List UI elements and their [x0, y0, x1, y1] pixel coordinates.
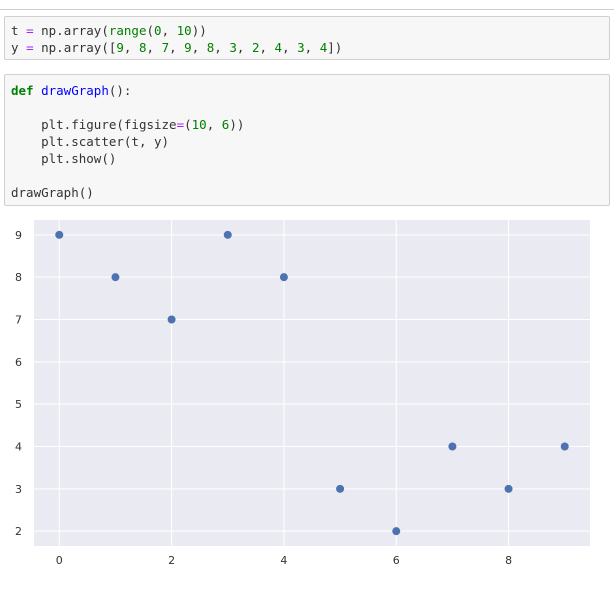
scatter-point: [223, 230, 232, 239]
code-cell-drawgraph[interactable]: def drawGraph(): plt.figure(figsize=(10,…: [4, 74, 610, 206]
y-tick-label: 2: [15, 525, 22, 538]
x-tick-label: 0: [56, 554, 63, 567]
scatter-point: [336, 484, 345, 493]
plot-background: [34, 220, 590, 546]
scatter-point: [448, 442, 457, 451]
y-tick-label: 9: [15, 229, 22, 242]
y-tick-label: 5: [15, 398, 22, 411]
y-tick-label: 7: [15, 313, 22, 326]
x-tick-label: 8: [505, 554, 512, 567]
code-cell-arrays[interactable]: t = np.array(range(0, 10)) y = np.array(…: [4, 16, 610, 60]
code-editor-arrays[interactable]: t = np.array(range(0, 10)) y = np.array(…: [5, 17, 609, 56]
code-line-scatter: plt.scatter(t, y): [41, 134, 170, 149]
x-tick-label: 2: [168, 554, 175, 567]
scatter-point: [392, 527, 401, 536]
scatter-point: [55, 230, 64, 239]
code-line-call: drawGraph(): [11, 185, 94, 200]
y-tick-label: 4: [15, 441, 22, 454]
scatter-plot-output: 0 2 4 6 8 2 3 4 5 6 7 8 9: [0, 212, 614, 586]
top-divider: [0, 9, 614, 10]
x-tick-label: 4: [280, 554, 287, 567]
code-line-show: plt.show(): [41, 151, 117, 166]
code-line-def: def drawGraph():: [11, 83, 132, 98]
code-line-t: t = np.array(range(0, 10)): [11, 23, 207, 38]
scatter-point: [560, 442, 569, 451]
code-editor-drawgraph[interactable]: def drawGraph(): plt.figure(figsize=(10,…: [5, 75, 609, 201]
scatter-plot: 0 2 4 6 8 2 3 4 5 6 7 8 9: [15, 220, 590, 567]
x-tick-label: 6: [393, 554, 400, 567]
scatter-point: [279, 273, 288, 282]
scatter-point: [167, 315, 176, 324]
code-line-y: y = np.array([9, 8, 7, 9, 8, 3, 2, 4, 3,…: [11, 40, 343, 55]
y-tick-label: 6: [15, 356, 22, 369]
y-tick-label: 3: [15, 483, 22, 496]
scatter-point: [504, 484, 513, 493]
y-tick-label: 8: [15, 271, 22, 284]
scatter-point: [111, 273, 120, 282]
code-line-figure: plt.figure(figsize=(10, 6)): [41, 117, 245, 132]
